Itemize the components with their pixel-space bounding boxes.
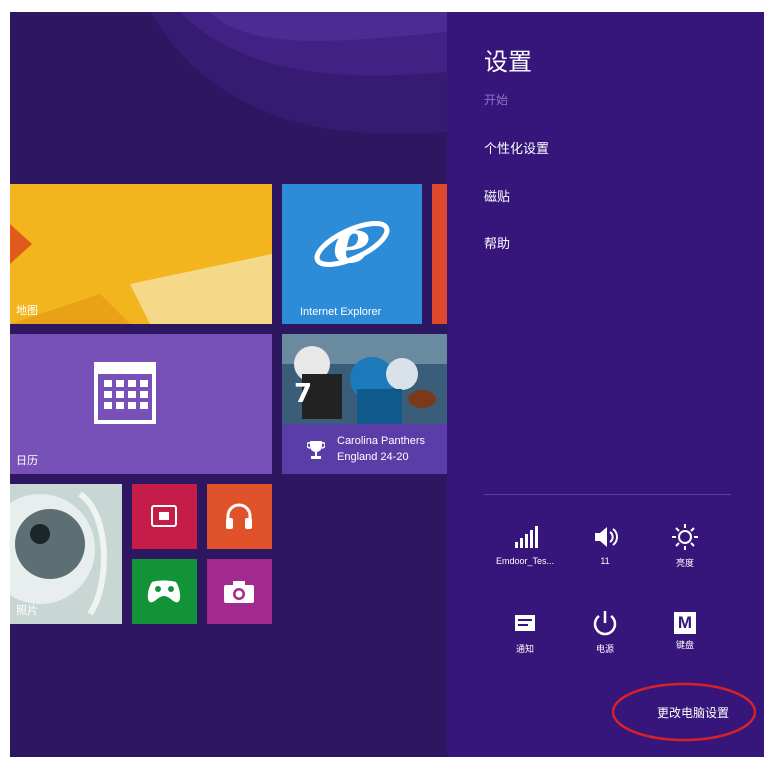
svg-text:7: 7 xyxy=(294,379,312,409)
video-icon xyxy=(151,505,177,527)
internet-explorer-icon: e xyxy=(314,208,390,277)
calendar-icon xyxy=(94,362,156,424)
ie-tile-label: Internet Explorer xyxy=(300,306,382,318)
svg-text:e: e xyxy=(333,208,371,277)
sports-headline-2: England 24-20 xyxy=(337,451,409,463)
maps-tile[interactable]: 地图 xyxy=(10,184,272,324)
sports-headline-1: Carolina Panthers xyxy=(337,435,426,447)
qs-notifications-label: 通知 xyxy=(515,644,534,654)
charm-item-help[interactable]: 帮助 xyxy=(484,233,510,252)
qs-power[interactable]: 电源 xyxy=(565,608,645,655)
video-tile[interactable] xyxy=(132,484,197,549)
sports-photo: 7 xyxy=(282,334,447,424)
photos-tile-label: 照片 xyxy=(16,605,38,617)
charm-item-tiles[interactable]: 磁贴 xyxy=(484,186,510,205)
highlight-ellipse xyxy=(611,682,757,742)
keyboard-icon: M xyxy=(674,612,696,634)
qs-volume[interactable]: 11 xyxy=(565,522,645,566)
qs-power-label: 电源 xyxy=(595,644,614,654)
qs-network-label: Emdoor_Tes... xyxy=(495,556,555,566)
charm-title: 设置 xyxy=(484,49,532,76)
sports-tile[interactable]: 7 Carolina Panthers England 24-20 xyxy=(282,334,447,474)
notifications-icon xyxy=(515,615,535,631)
games-tile[interactable] xyxy=(132,559,197,624)
charm-subtitle: 开始 xyxy=(484,93,509,107)
qs-brightness[interactable]: 亮度 xyxy=(645,522,725,569)
partial-orange-tile[interactable] xyxy=(432,184,447,324)
calendar-tile[interactable]: 日历 xyxy=(10,334,272,474)
music-tile[interactable] xyxy=(207,484,272,549)
windows-screen: 地图 e Internet Explorer 日历 7 Carolina Pan… xyxy=(10,12,764,757)
calendar-tile-label: 日历 xyxy=(16,455,38,467)
quick-settings-divider xyxy=(484,494,731,495)
volume-icon xyxy=(595,527,618,547)
headphones-icon xyxy=(226,503,252,529)
charm-item-personalize[interactable]: 个性化设置 xyxy=(484,138,549,157)
start-screen: 地图 e Internet Explorer 日历 7 Carolina Pan… xyxy=(10,12,447,757)
qs-brightness-label: 亮度 xyxy=(675,558,694,568)
brightness-icon xyxy=(672,524,698,550)
map-graphic xyxy=(10,224,272,324)
qs-notifications[interactable]: 通知 xyxy=(485,608,565,655)
qs-keyboard[interactable]: M 键盘 xyxy=(645,608,725,651)
keyboard-glyph: M xyxy=(677,613,693,632)
internet-explorer-tile[interactable]: e Internet Explorer xyxy=(282,184,422,324)
qs-keyboard-label: 键盘 xyxy=(675,640,694,650)
qs-volume-label: 11 xyxy=(600,556,610,566)
gamepad-icon xyxy=(147,580,181,603)
maps-tile-label: 地图 xyxy=(16,305,38,317)
photos-tile[interactable]: 照片 xyxy=(10,484,122,624)
camera-icon xyxy=(224,581,254,603)
qs-network[interactable]: Emdoor_Tes... xyxy=(485,522,565,566)
power-icon xyxy=(593,611,617,636)
settings-charm-pane: 设置 开始 个性化设置 磁贴 帮助 Emdoor_Tes... 11 亮度 通知… xyxy=(447,12,764,757)
camera-tile[interactable] xyxy=(207,559,272,624)
trophy-icon xyxy=(307,441,325,459)
wifi-signal-icon xyxy=(515,526,538,548)
